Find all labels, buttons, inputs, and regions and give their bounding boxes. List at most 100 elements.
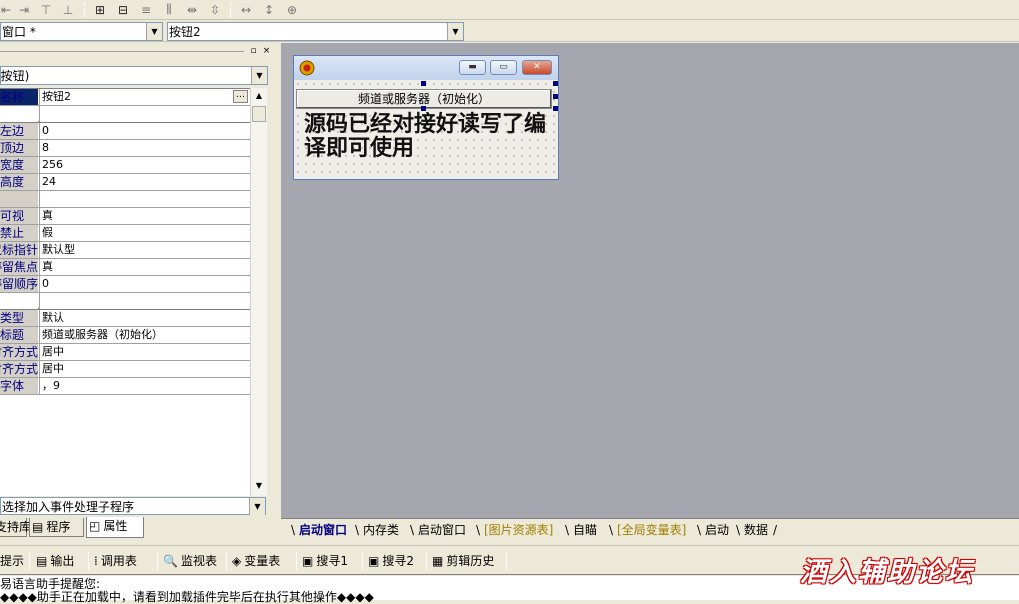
property-row[interactable]: 宽度 256: [0, 157, 250, 174]
tab-clip-history[interactable]: ▦ 剪辑历史: [432, 552, 494, 570]
property-value[interactable]: 8: [39, 140, 250, 156]
property-row[interactable]: 名称 按钮2…: [0, 89, 250, 106]
tab-search1[interactable]: ▣ 搜寻1: [302, 552, 348, 570]
magnifier-icon: 🔍: [163, 554, 178, 568]
property-value[interactable]: [39, 191, 250, 207]
property-row[interactable]: 可停留焦点真: [0, 259, 250, 276]
tab-separator: [157, 552, 158, 570]
chevron-down-icon[interactable]: ▼: [251, 67, 267, 84]
property-row[interactable]: 类型 默认: [0, 310, 250, 327]
distribute-v-icon[interactable]: ⊤: [36, 1, 56, 18]
space-equal-v-icon[interactable]: ⇳: [205, 1, 225, 18]
property-scrollbar[interactable]: ▲ ▼: [250, 88, 267, 496]
property-row[interactable]: 字体 ，9: [0, 378, 250, 395]
resize-handle[interactable]: [553, 81, 558, 86]
property-value[interactable]: 假: [39, 225, 250, 241]
form-client-area[interactable]: 频道或服务器（初始化） 源码已经对接好读写了编译即可使用: [294, 80, 558, 179]
center-h-icon[interactable]: ⊞: [90, 1, 110, 18]
minimize-icon[interactable]: ▬: [459, 60, 486, 75]
property-row[interactable]: 左边 0: [0, 123, 250, 140]
property-row[interactable]: [0, 293, 250, 310]
property-row[interactable]: 可视真: [0, 208, 250, 225]
component-selector[interactable]: 按钮2 ▼: [167, 22, 464, 41]
ellipsis-icon[interactable]: …: [233, 90, 248, 103]
same-width-icon[interactable]: ↔: [236, 1, 256, 18]
property-value[interactable]: [39, 106, 250, 122]
code-tab[interactable]: 内存类: [363, 522, 399, 539]
close-icon[interactable]: ✕: [522, 60, 552, 75]
tab-watch-table[interactable]: 🔍 监视表: [163, 552, 217, 570]
property-value[interactable]: 真: [39, 208, 250, 224]
align-center-h-icon[interactable]: ⇥: [14, 1, 34, 18]
property-row[interactable]: 鼠标指针默认型: [0, 242, 250, 259]
property-value[interactable]: 0: [39, 123, 250, 139]
property-value[interactable]: 默认: [39, 310, 250, 326]
tab-separator: [426, 552, 427, 570]
property-value[interactable]: 24: [39, 174, 250, 190]
property-row[interactable]: 顶边 8: [0, 140, 250, 157]
property-row[interactable]: [0, 106, 250, 123]
property-row[interactable]: 纵向对齐方式居中: [0, 361, 250, 378]
resize-handle[interactable]: [421, 106, 426, 111]
toolbar-separator: [230, 2, 231, 17]
form-label[interactable]: 源码已经对接好读写了编译即可使用: [304, 112, 554, 160]
resize-handle[interactable]: [421, 81, 426, 86]
form-titlebar[interactable]: ▬ ▭ ✕: [294, 56, 558, 80]
same-height-icon[interactable]: ↕: [259, 1, 279, 18]
space-equal-h-icon[interactable]: ⫼: [159, 1, 179, 18]
tab-output[interactable]: ▤ 输出: [36, 552, 74, 570]
chevron-down-icon[interactable]: ▼: [146, 23, 162, 40]
tab-tips[interactable]: 提示: [0, 552, 24, 570]
property-value[interactable]: [39, 293, 250, 309]
tab-variable-table[interactable]: ◈ 变量表: [232, 552, 280, 570]
chevron-down-icon[interactable]: ▼: [447, 23, 463, 40]
object-selector[interactable]: (按钮) ▼: [0, 66, 268, 85]
chevron-down-icon[interactable]: ▼: [249, 498, 265, 515]
scroll-up-icon[interactable]: ▲: [251, 88, 267, 104]
window-selector[interactable]: 窗口 * ▼: [0, 22, 163, 41]
space-equal-h2-icon[interactable]: ⇹: [182, 1, 202, 18]
resize-handle[interactable]: [553, 106, 558, 111]
tab-call-table[interactable]: ⁞ 调用表: [94, 552, 137, 570]
code-tab[interactable]: 数据: [744, 522, 768, 539]
scroll-thumb[interactable]: [252, 106, 266, 122]
property-row[interactable]: 禁止假: [0, 225, 250, 242]
close-icon[interactable]: ×: [261, 46, 272, 57]
property-value[interactable]: 居中: [39, 361, 250, 377]
tab-search2[interactable]: ▣ 搜寻2: [368, 552, 414, 570]
code-tab[interactable]: [全局变量表]: [617, 522, 686, 539]
resize-handle[interactable]: [553, 94, 558, 99]
restore-icon[interactable]: ▭: [490, 60, 517, 75]
property-value[interactable]: 按钮2: [39, 89, 250, 105]
property-row[interactable]: 横向对齐方式居中: [0, 344, 250, 361]
property-value[interactable]: 256: [39, 157, 250, 173]
property-row[interactable]: 停留顺序0: [0, 276, 250, 293]
property-row[interactable]: 高度 24: [0, 174, 250, 191]
property-row[interactable]: [0, 191, 250, 208]
tab-program[interactable]: ▤ 程序: [29, 518, 84, 537]
code-tab[interactable]: 启动窗口: [418, 522, 466, 539]
scroll-down-icon[interactable]: ▼: [251, 478, 267, 494]
window-selector-value: 窗口 *: [2, 25, 36, 39]
tab-properties[interactable]: ◰ 属性: [86, 517, 144, 538]
same-size-icon[interactable]: ⊕: [282, 1, 302, 18]
distribute-h-icon[interactable]: ⊥: [58, 1, 78, 18]
property-value[interactable]: 真: [39, 259, 250, 275]
property-value[interactable]: 居中: [39, 344, 250, 360]
design-form-window[interactable]: ▬ ▭ ✕ 频道或服务器（初始化） 源码已经对接好读写了编译即可使用: [293, 55, 559, 180]
code-tab[interactable]: 启动窗口: [299, 522, 347, 539]
align-top-icon[interactable]: ≡: [136, 1, 156, 18]
maximize-icon[interactable]: ▫: [248, 46, 259, 57]
property-row[interactable]: 标题 频道或服务器（初始化）: [0, 327, 250, 344]
property-value[interactable]: 频道或服务器（初始化）: [39, 327, 250, 343]
property-value[interactable]: 0: [39, 276, 250, 292]
code-tab[interactable]: [图片资源表]: [484, 522, 553, 539]
code-tab[interactable]: 自瞄: [573, 522, 597, 539]
center-v-icon[interactable]: ⊟: [113, 1, 133, 18]
event-selector[interactable]: 选择加入事件处理子程序 ▼: [0, 497, 266, 515]
property-value[interactable]: ，9: [39, 378, 250, 394]
caption-grip[interactable]: [0, 51, 244, 52]
property-value[interactable]: 默认型: [39, 242, 250, 258]
code-tab[interactable]: 启动: [705, 522, 729, 539]
tab-support-library[interactable]: 支持库: [0, 518, 31, 537]
